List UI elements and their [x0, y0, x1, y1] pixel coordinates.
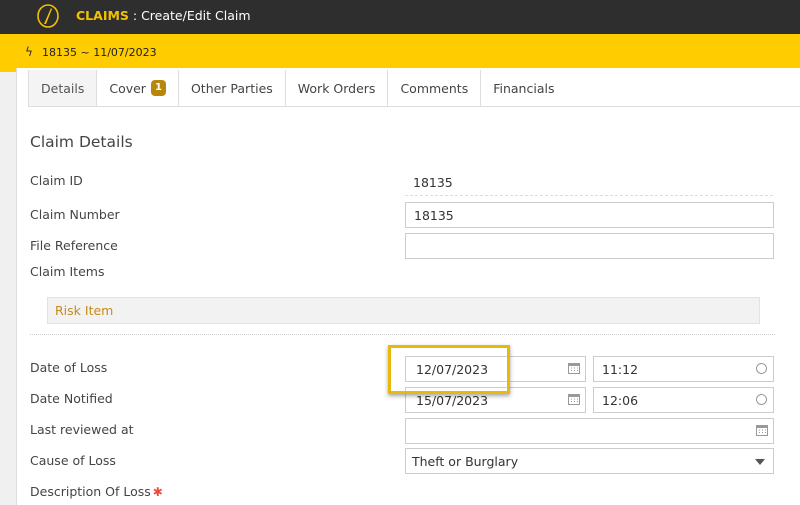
last-reviewed-label: Last reviewed at: [30, 422, 134, 437]
section-title: Claim Details: [30, 133, 133, 151]
claim-number-input[interactable]: 18135: [405, 202, 774, 228]
tab-bar: Details Cover 1 Other Parties Work Orders…: [28, 70, 800, 107]
risk-item-link[interactable]: Risk Item: [55, 303, 113, 318]
module-name: CLAIMS: [76, 8, 129, 23]
app-logo-icon: [37, 4, 59, 28]
file-reference-label: File Reference: [30, 238, 118, 253]
app-title: CLAIMS : Create/Edit Claim: [76, 8, 251, 23]
required-asterisk-icon: ✱: [152, 485, 163, 499]
top-bar: CLAIMS : Create/Edit Claim: [0, 0, 800, 34]
last-reviewed-input[interactable]: [405, 418, 774, 444]
claim-reference: 18135 ~ 11/07/2023: [42, 46, 157, 59]
date-of-loss-time-input[interactable]: 11:12: [593, 356, 774, 382]
calendar-icon[interactable]: [568, 362, 580, 374]
chevron-down-icon: [755, 459, 765, 465]
claim-items-panel: Risk Item: [47, 297, 760, 324]
claim-context-bar: ϟ 18135 ~ 11/07/2023: [0, 34, 800, 72]
tab-other-parties[interactable]: Other Parties: [179, 70, 286, 106]
tab-financials[interactable]: Financials: [481, 70, 566, 106]
tab-cover[interactable]: Cover 1: [97, 70, 179, 106]
calendar-icon[interactable]: [568, 393, 580, 405]
divider: [405, 195, 773, 196]
tab-comments[interactable]: Comments: [388, 70, 482, 106]
date-of-loss-label: Date of Loss: [30, 360, 108, 375]
cause-of-loss-label: Cause of Loss: [30, 453, 116, 468]
tab-details[interactable]: Details: [28, 70, 98, 106]
page-name: Create/Edit Claim: [141, 8, 251, 23]
file-reference-input[interactable]: [405, 233, 774, 259]
clock-icon[interactable]: [756, 363, 767, 374]
claim-number-label: Claim Number: [30, 207, 120, 222]
tab-work-orders[interactable]: Work Orders: [286, 70, 389, 106]
divider: [30, 334, 775, 335]
claim-id-label: Claim ID: [30, 173, 83, 188]
calendar-icon[interactable]: [756, 424, 768, 436]
claim-id-value: 18135: [413, 175, 453, 190]
cause-of-loss-select[interactable]: Theft or Burglary: [405, 448, 774, 474]
date-of-loss-highlight: [388, 345, 510, 394]
clock-icon[interactable]: [756, 394, 767, 405]
claim-items-label: Claim Items: [30, 264, 105, 279]
description-of-loss-label: Description Of Loss ✱: [30, 484, 163, 499]
cover-count-badge: 1: [150, 80, 166, 96]
date-notified-label: Date Notified: [30, 391, 113, 406]
lightning-icon: ϟ: [25, 45, 33, 59]
date-notified-time-input[interactable]: 12:06: [593, 387, 774, 413]
